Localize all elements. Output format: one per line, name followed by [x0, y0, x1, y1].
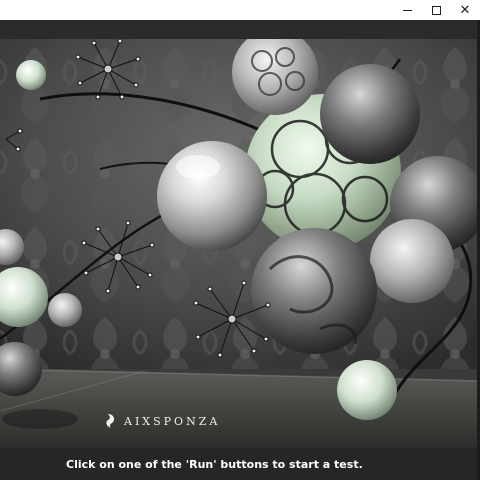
status-message: Click on one of the 'Run' buttons to sta… [66, 458, 363, 471]
close-icon: ✕ [459, 2, 471, 18]
app-window: ✕ AIXSPONZA Click on one of the 'Run' bu… [0, 0, 480, 480]
maximize-button[interactable] [421, 0, 451, 20]
top-dark-strip [0, 20, 480, 39]
minimize-button[interactable] [392, 0, 422, 20]
logo-text: AIXSPONZA [124, 414, 221, 428]
aixsponza-logo-icon [106, 414, 115, 428]
minimize-icon [402, 10, 412, 11]
maximize-icon [431, 5, 441, 15]
close-button[interactable]: ✕ [450, 0, 480, 20]
scene-illustration [0, 39, 480, 448]
aixsponza-logo: AIXSPONZA [104, 409, 220, 433]
title-bar[interactable]: ✕ [0, 0, 480, 20]
benchmark-scene-image [0, 39, 480, 448]
